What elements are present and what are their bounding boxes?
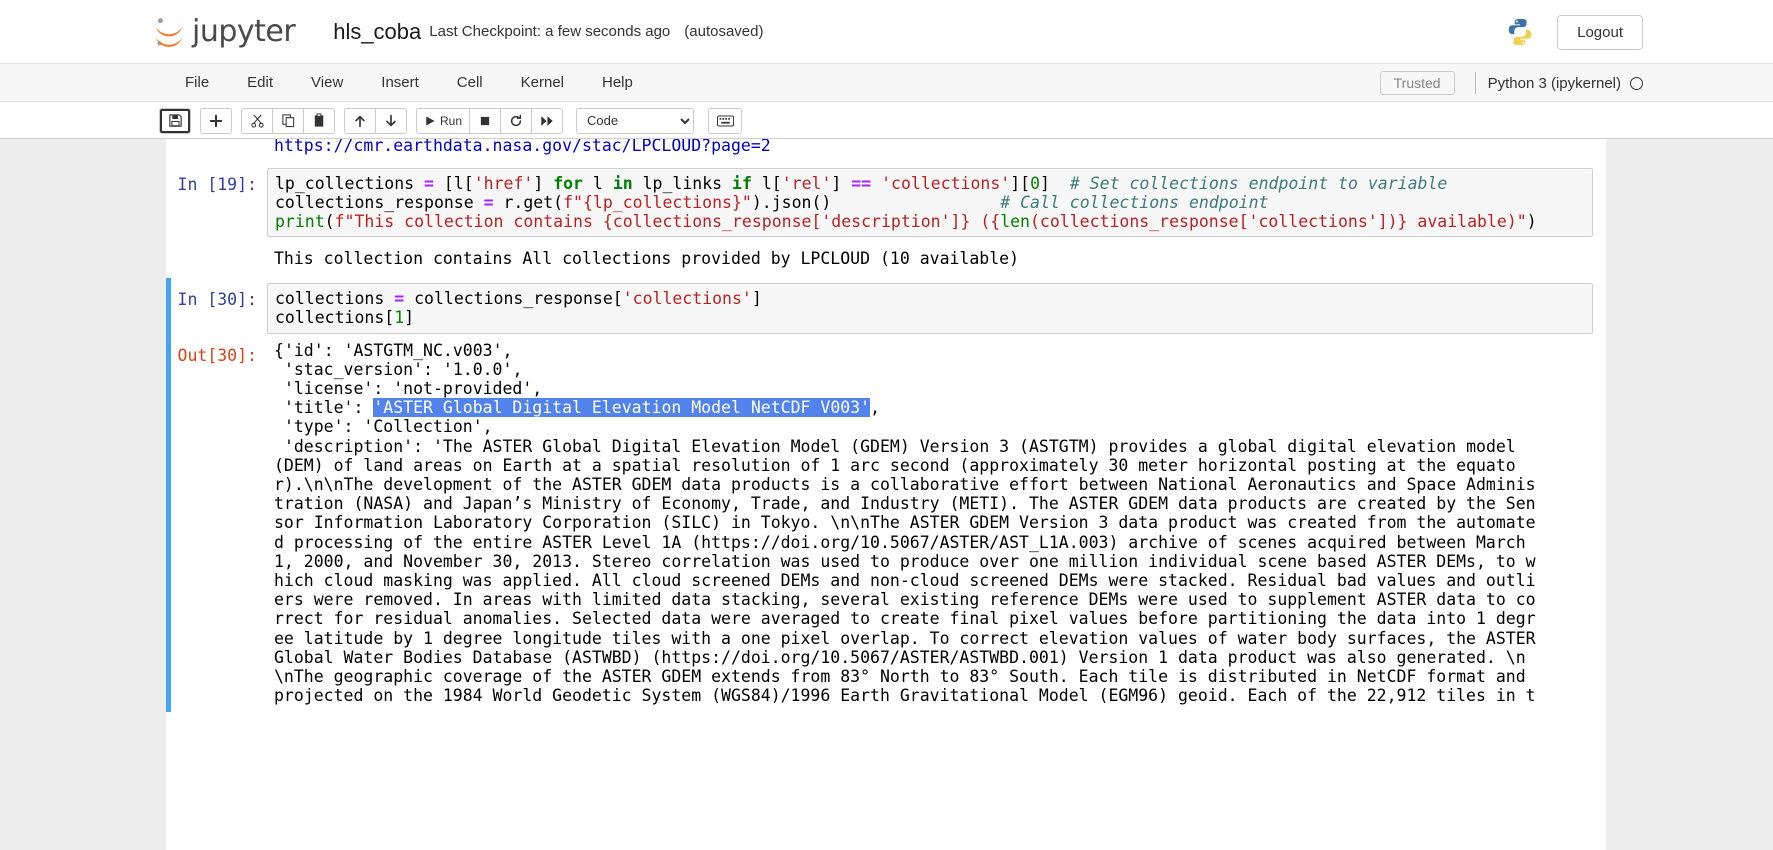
arrow-up-icon [355, 115, 365, 127]
notebook-cell-output-tail: https://cmr.earthdata.nasa.gov/stac/LPCL… [166, 139, 1606, 163]
menu-help[interactable]: Help [583, 64, 652, 102]
jupyter-wordmark: jupyter [192, 14, 296, 49]
notebook-cell-out-30: Out[30]: {'id': 'ASTGTM_NC.v003', 'stac_… [166, 338, 1606, 713]
copy-cells-button[interactable] [272, 107, 304, 134]
paste-icon [314, 113, 323, 127]
result-description-line: 'The ASTER Global Digital Elevation Mode… [432, 436, 1516, 456]
last-checkpoint-label: Last Checkpoint: a few seconds ago [429, 23, 671, 40]
code-line-2: collections[1] [275, 308, 415, 328]
run-button-label: Run [439, 113, 462, 128]
copy-icon [281, 114, 294, 128]
result-value-stac-version: '1.0.0' [442, 359, 513, 379]
kernel-status-icon [1630, 76, 1643, 90]
menu-insert[interactable]: Insert [362, 64, 438, 102]
stop-square-icon [480, 116, 490, 125]
jupyter-logo[interactable]: jupyter [150, 13, 296, 51]
result-key-type: 'type' [283, 417, 344, 437]
output-prompt: Out[30]: [177, 345, 257, 365]
result-description-line: hich cloud masking was applied. All clou… [274, 571, 1536, 591]
menu-bar: File Edit View Insert Cell Kernel Help T… [0, 64, 1773, 102]
result-area: {'id': 'ASTGTM_NC.v003', 'stac_version':… [274, 340, 1536, 706]
result-description-line: projected on the 1984 World Geodetic Sys… [274, 686, 1536, 706]
trusted-badge[interactable]: Trusted [1379, 71, 1455, 95]
result-value-type: 'Collection' [363, 417, 483, 437]
kernel-separator [1474, 72, 1476, 94]
autosaved-label: (autosaved) [684, 23, 764, 40]
result-description-line: d processing of the entire ASTER Level 1… [274, 532, 1526, 552]
input-prompt: In [30]: [177, 290, 257, 310]
notebook-cell-in-19[interactable]: In [19]: lp_collections = [l['href'] for… [166, 163, 1606, 243]
plus-icon [209, 114, 223, 127]
notebook-toolbar: Run Code Markdown [0, 102, 1773, 139]
code-line-1: collections = collections_response['coll… [275, 289, 762, 309]
result-key-title: 'title' [283, 398, 354, 418]
code-line-1: lp_collections = [l['href'] for l in lp_… [275, 173, 1448, 193]
notebook-scroll-area[interactable]: https://cmr.earthdata.nasa.gov/stac/LPCL… [0, 139, 1773, 850]
result-description-line: rrect for residual anomalies. Selected d… [274, 609, 1536, 629]
paste-cells-button[interactable] [303, 107, 335, 134]
output-prompt-blank [171, 139, 267, 158]
notebook-cell-stdout: This collection contains All collections… [166, 242, 1606, 278]
menu-view[interactable]: View [292, 64, 362, 102]
cell-type-select[interactable]: Code Markdown Raw NBConvert Heading [576, 107, 694, 134]
restart-kernel-button[interactable] [500, 107, 532, 134]
save-button[interactable] [159, 107, 191, 134]
notebook-cell-in-30[interactable]: In [30]: collections = collections_respo… [166, 278, 1606, 339]
restart-circle-icon [510, 114, 522, 126]
kernel-name-label[interactable]: Python 3 (ipykernel) [1488, 75, 1621, 92]
notebook-left-gutter [0, 139, 166, 850]
run-cell-button[interactable]: Run [416, 107, 470, 134]
output-url-line: https://cmr.earthdata.nasa.gov/stac/LPCL… [274, 139, 771, 156]
result-description-line: sor Information Laboratory Corporation (… [274, 513, 1536, 533]
jupyter-header: jupyter hls_coba Last Checkpoint: a few … [0, 0, 1773, 64]
python-icon [1508, 18, 1532, 46]
result-description-line: tration (NASA) and Japan’s Ministry of E… [274, 494, 1536, 514]
menu-cell[interactable]: Cell [438, 64, 502, 102]
code-editor[interactable]: collections = collections_response['coll… [267, 283, 1593, 334]
result-description-line: (DEM) of land areas on Earth at a spatia… [274, 455, 1516, 475]
fast-forward-icon [541, 115, 553, 126]
cut-cells-button[interactable] [241, 107, 273, 134]
code-editor[interactable]: lp_collections = [l['href'] for l in lp_… [267, 167, 1593, 238]
arrow-down-icon [386, 114, 396, 126]
result-value-id: 'ASTGTM_NC.v003' [343, 340, 503, 360]
play-icon [426, 116, 435, 125]
result-key-stac-version: 'stac_version' [283, 359, 424, 379]
result-key-license: 'license' [283, 379, 374, 399]
stdout-prompt-blank [171, 247, 267, 273]
result-description-line: \nThe geographic coverage of the ASTER G… [274, 667, 1526, 687]
jupyter-mark-icon [155, 17, 183, 47]
result-value-license: 'not-provided' [393, 379, 533, 399]
result-value-title-selected[interactable]: 'ASTER Global Digital Elevation Model Ne… [373, 398, 871, 418]
result-description-line: ee latitude by 1 degree longitude tiles … [274, 628, 1536, 648]
notebook-right-gutter [1606, 139, 1773, 850]
logout-button[interactable]: Logout [1557, 14, 1643, 50]
move-cell-up-button[interactable] [344, 107, 376, 134]
result-description-line: r).\n\nThe development of the ASTER GDEM… [274, 475, 1536, 495]
result-key-id: 'id' [283, 340, 324, 360]
stdout-area: This collection contains All collections… [267, 247, 1601, 273]
notebook-page: https://cmr.earthdata.nasa.gov/stac/LPCL… [166, 139, 1606, 850]
move-cell-down-button[interactable] [375, 107, 407, 134]
scissors-icon [250, 114, 264, 128]
code-line-2: collections_response = r.get(f"{lp_colle… [275, 192, 1269, 212]
stdout-text: This collection contains All collections… [274, 249, 1020, 269]
keyboard-icon [716, 115, 734, 126]
interrupt-kernel-button[interactable] [469, 107, 501, 134]
output-links-area: https://cmr.earthdata.nasa.gov/stac/LPCL… [267, 139, 1601, 158]
insert-cell-below-button[interactable] [200, 107, 232, 134]
result-description-line: Global Water Bodies Database (ASTWBD) (h… [274, 647, 1526, 667]
result-key-description: 'description' [283, 436, 414, 456]
menu-edit[interactable]: Edit [228, 64, 292, 102]
floppy-disk-icon [168, 114, 182, 127]
result-description-line: ers were removed. In areas with limited … [274, 590, 1536, 610]
input-prompt: In [19]: [177, 174, 257, 194]
result-description-line: 1, 2000, and November 30, 2013. Stereo c… [274, 551, 1536, 571]
menu-file[interactable]: File [166, 64, 228, 102]
notebook-name[interactable]: hls_coba [333, 19, 421, 45]
code-line-3: print(f"This collection contains {collec… [275, 212, 1537, 232]
restart-and-run-all-button[interactable] [531, 107, 563, 134]
command-palette-button[interactable] [708, 107, 742, 134]
menu-kernel[interactable]: Kernel [502, 64, 583, 102]
